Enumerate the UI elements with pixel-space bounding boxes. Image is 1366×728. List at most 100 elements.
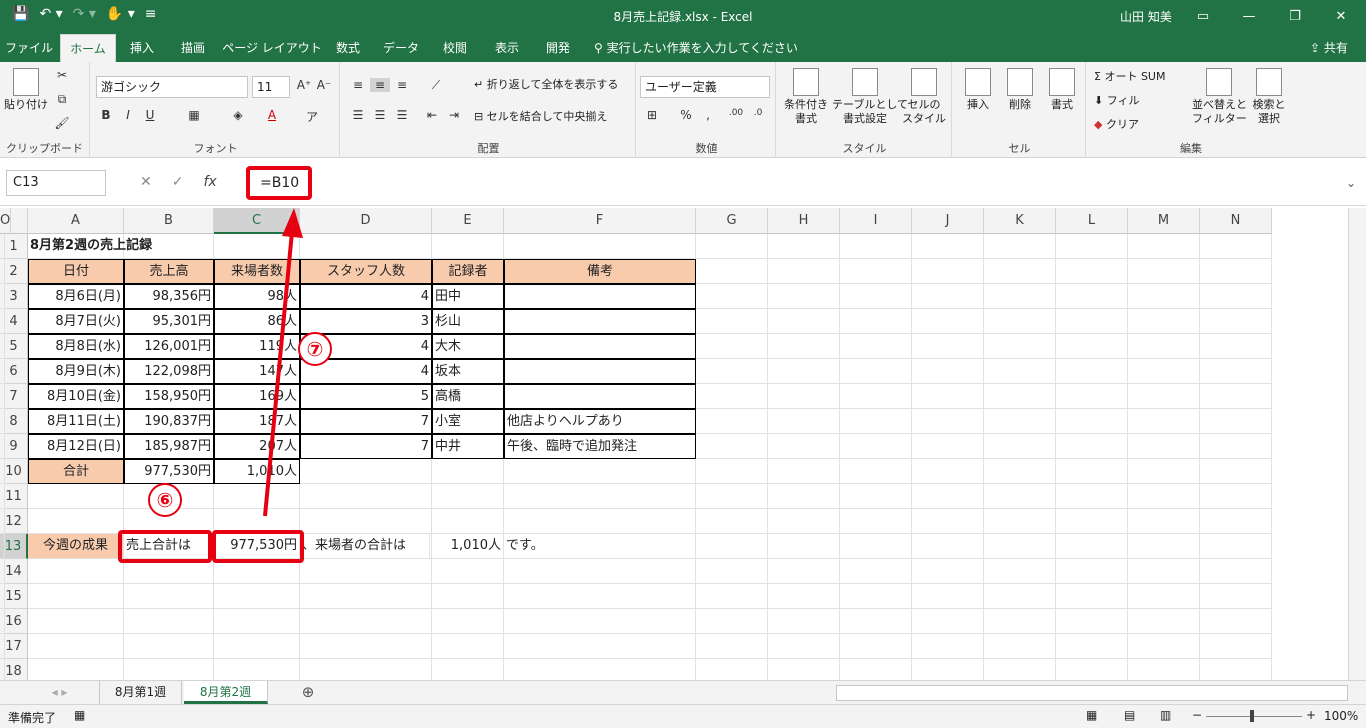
wrap-text-button[interactable]: ↵ 折り返して全体を表示する	[474, 78, 618, 92]
table-cell[interactable]: 8月9日(木)	[28, 359, 124, 384]
grid-cell[interactable]	[912, 434, 984, 459]
grid-cell[interactable]	[432, 634, 504, 659]
grid-cell[interactable]	[214, 659, 300, 680]
formula-input[interactable]: =B10	[246, 166, 312, 200]
restore-icon[interactable]: ❐	[1272, 4, 1318, 30]
close-icon[interactable]: ✕	[1318, 4, 1364, 30]
zoom-out-icon[interactable]: −	[1192, 708, 1202, 722]
grid-cell[interactable]	[1200, 484, 1272, 509]
grid-cell[interactable]	[912, 284, 984, 309]
table-cell[interactable]: 98人	[214, 284, 300, 309]
grid-cell[interactable]	[0, 309, 5, 334]
grid-cell[interactable]	[1128, 484, 1200, 509]
column-header-k[interactable]: K	[984, 208, 1056, 234]
column-header-l[interactable]: L	[1056, 208, 1128, 234]
grid-cell[interactable]	[696, 359, 768, 384]
border-icon[interactable]: ▦	[184, 108, 204, 122]
grid-cell[interactable]	[984, 659, 1056, 680]
grid-cell[interactable]	[504, 484, 696, 509]
column-header-e[interactable]: E	[432, 208, 504, 234]
grid-cell[interactable]	[840, 259, 912, 284]
grid-cell[interactable]	[1056, 559, 1128, 584]
column-header-g[interactable]: G	[696, 208, 768, 234]
grid-cell[interactable]	[840, 459, 912, 484]
clear-button[interactable]: ◆ クリア	[1094, 118, 1139, 132]
table-cell[interactable]: 午後、臨時で追加発注	[504, 434, 696, 459]
total-label[interactable]: 合計	[28, 459, 124, 484]
decrease-indent-icon[interactable]: ⇤	[422, 108, 442, 122]
table-header[interactable]: 記録者	[432, 259, 504, 284]
grid-cell[interactable]	[696, 434, 768, 459]
table-cell[interactable]: 8月6日(月)	[28, 284, 124, 309]
grid-cell[interactable]	[1200, 384, 1272, 409]
grid-cell[interactable]	[912, 484, 984, 509]
column-header-f[interactable]: F	[504, 208, 696, 234]
currency-icon[interactable]: ⊞	[642, 108, 662, 122]
autosum-button[interactable]: Σ オート SUM	[1094, 70, 1165, 84]
grid-cell[interactable]	[696, 659, 768, 680]
column-header-a[interactable]: A	[28, 208, 124, 234]
grid-cell[interactable]	[1128, 609, 1200, 634]
grid-cell[interactable]	[504, 634, 696, 659]
insert-function-icon[interactable]: fx	[203, 174, 216, 190]
horizontal-scrollbar[interactable]	[836, 685, 1348, 701]
grid-cell[interactable]	[912, 559, 984, 584]
grid-cell[interactable]	[1200, 284, 1272, 309]
grid-cell[interactable]	[1056, 334, 1128, 359]
table-cell[interactable]: 5	[300, 384, 432, 409]
grid-cell[interactable]	[28, 634, 124, 659]
grid-cell[interactable]	[912, 334, 984, 359]
table-cell[interactable]: 高橋	[432, 384, 504, 409]
grid-cell[interactable]	[1200, 634, 1272, 659]
grid-cell[interactable]	[0, 534, 5, 559]
grid-cell[interactable]	[432, 509, 504, 534]
summary-label[interactable]: 今週の成果	[28, 534, 124, 559]
cell-styles-button[interactable]: セルの スタイル	[898, 68, 950, 126]
grid-cell[interactable]	[0, 634, 5, 659]
grid-cell[interactable]	[768, 259, 840, 284]
grid-cell[interactable]	[504, 584, 696, 609]
grid-cell[interactable]	[768, 334, 840, 359]
grid-cell[interactable]	[984, 584, 1056, 609]
table-header[interactable]: 売上高	[124, 259, 214, 284]
grid-cell[interactable]	[768, 509, 840, 534]
table-cell[interactable]: 169人	[214, 384, 300, 409]
tab-insert[interactable]: 挿入	[120, 34, 164, 62]
tab-draw[interactable]: 描画	[170, 34, 216, 62]
grid-cell[interactable]	[432, 584, 504, 609]
grid-cell[interactable]	[768, 459, 840, 484]
sheet-tab-week2[interactable]: 8月第2週	[184, 681, 268, 704]
grid-cell[interactable]	[840, 384, 912, 409]
increase-decimal-icon[interactable]: .00	[726, 108, 746, 118]
grid-cell[interactable]	[768, 234, 840, 259]
grid-cell[interactable]	[984, 284, 1056, 309]
grid-cell[interactable]	[300, 234, 432, 259]
enter-icon[interactable]: ✓	[172, 174, 184, 190]
grid-cell[interactable]	[1128, 284, 1200, 309]
fill-button[interactable]: ⬇ フィル	[1094, 94, 1140, 108]
grid-cell[interactable]	[1200, 584, 1272, 609]
insert-cells-button[interactable]: 挿入	[958, 68, 998, 112]
grid-cell[interactable]	[984, 384, 1056, 409]
total-sales[interactable]: 977,530円	[124, 459, 214, 484]
table-header[interactable]: 来場者数	[214, 259, 300, 284]
grid-cell[interactable]	[300, 509, 432, 534]
grid-cell[interactable]	[912, 584, 984, 609]
table-cell[interactable]: 3	[300, 309, 432, 334]
format-painter-icon[interactable]: 🖌	[52, 116, 72, 130]
tell-me-box[interactable]: ⚲ 実行したい作業を入力してください	[594, 34, 798, 62]
grid-cell[interactable]	[696, 509, 768, 534]
grid-cell[interactable]	[1200, 234, 1272, 259]
grid-cell[interactable]	[912, 534, 984, 559]
grid-cell[interactable]	[1056, 534, 1128, 559]
column-header-c[interactable]: C	[214, 208, 300, 234]
merge-center-button[interactable]: ⊟ セルを結合して中央揃え	[474, 110, 607, 124]
grid-cell[interactable]	[768, 309, 840, 334]
grid-cell[interactable]	[0, 509, 5, 534]
grid-cell[interactable]	[1128, 384, 1200, 409]
zoom-slider-thumb[interactable]	[1250, 710, 1254, 722]
total-visitors[interactable]: 1,010人	[214, 459, 300, 484]
grid-cell[interactable]	[1056, 359, 1128, 384]
table-cell[interactable]: 他店よりヘルプあり	[504, 409, 696, 434]
grid-cell[interactable]	[1128, 359, 1200, 384]
